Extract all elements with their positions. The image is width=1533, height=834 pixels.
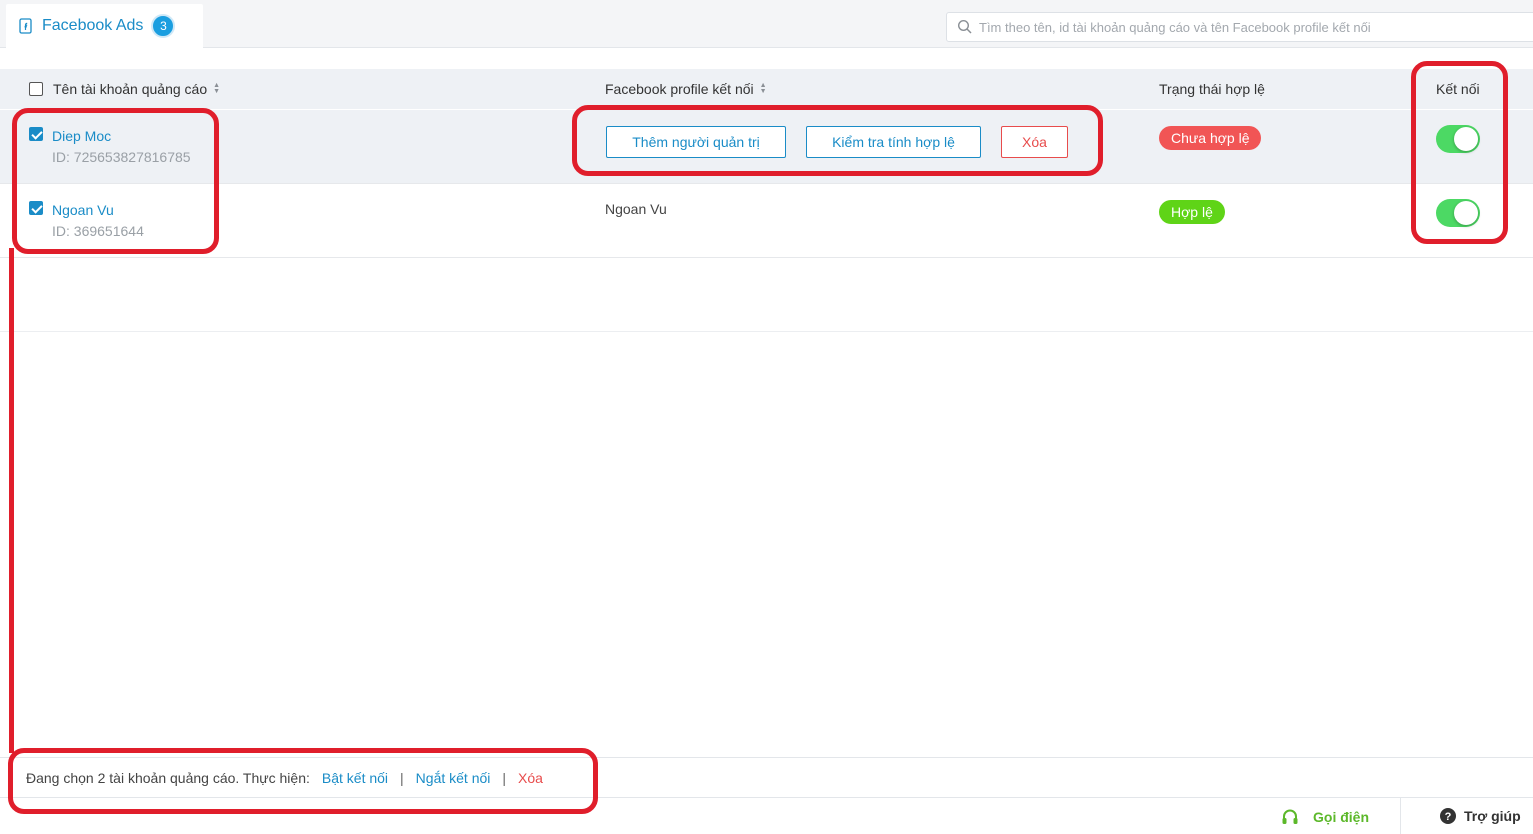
headset-icon (1281, 808, 1299, 826)
row-checkbox[interactable] (29, 201, 43, 220)
delete-button[interactable]: Xóa (1001, 126, 1068, 158)
header-profile-label: Facebook profile kết nối (605, 81, 754, 97)
tab-label: Facebook Ads (42, 17, 144, 34)
search-box (946, 12, 1533, 42)
facebook-page-icon (18, 18, 34, 34)
tab-facebook-ads[interactable]: Facebook Ads 3 (6, 4, 203, 48)
svg-text:?: ? (1445, 811, 1452, 823)
search-input[interactable] (979, 19, 1519, 35)
account-id: ID: 369651644 (52, 223, 144, 239)
search-icon (957, 19, 973, 35)
call-button[interactable]: Gọi điện (1281, 808, 1369, 826)
selection-bar: Đang chọn 2 tài khoản quảng cáo. Thực hi… (0, 757, 1533, 797)
call-label: Gọi điện (1313, 809, 1369, 825)
tab-count-badge: 3 (151, 14, 176, 38)
toggle-knob (1454, 201, 1478, 225)
check-validity-button[interactable]: Kiểm tra tính hợp lệ (806, 126, 981, 158)
select-all-checkbox[interactable] (29, 82, 43, 96)
table-row[interactable]: Diep Moc ID: 725653827816785 Thêm người … (0, 110, 1533, 184)
annotation-connector-line (9, 248, 14, 753)
account-name-link[interactable]: Diep Moc (52, 128, 111, 144)
status-badge: Chưa hợp lệ (1159, 126, 1262, 150)
header-connect-label: Kết nối (1436, 81, 1480, 97)
sort-icon[interactable]: ▲ ▼ (760, 82, 767, 95)
top-bar: Facebook Ads 3 (0, 0, 1533, 48)
separator: | (502, 769, 507, 786)
divider (1400, 798, 1401, 834)
disconnect-link[interactable]: Ngắt kết nối (416, 770, 491, 786)
header-account[interactable]: Tên tài khoản quảng cáo ▲ ▼ (29, 69, 220, 109)
help-icon: ? (1440, 808, 1456, 824)
account-id: ID: 725653827816785 (52, 149, 191, 165)
status-badge: Hợp lệ (1159, 200, 1225, 224)
account-name-link[interactable]: Ngoan Vu (52, 202, 114, 218)
help-button[interactable]: ? Trợ giúp (1440, 808, 1521, 824)
toggle-knob (1454, 127, 1478, 151)
connect-toggle[interactable] (1436, 199, 1480, 227)
enable-connection-link[interactable]: Bật kết nối (322, 770, 388, 786)
header-connect: Kết nối (1436, 69, 1480, 109)
checkbox-checked[interactable] (29, 201, 43, 215)
help-label: Trợ giúp (1464, 808, 1521, 824)
table-header: Tên tài khoản quảng cáo ▲ ▼ Facebook prof… (0, 69, 1533, 109)
divider (0, 331, 1533, 332)
checkbox-checked[interactable] (29, 127, 43, 141)
header-status-label: Trạng thái hợp lệ (1159, 81, 1265, 97)
add-admin-button[interactable]: Thêm người quản trị (606, 126, 786, 158)
separator: | (400, 769, 404, 786)
header-profile[interactable]: Facebook profile kết nối ▲ ▼ (605, 69, 767, 109)
row-checkbox[interactable] (29, 127, 43, 146)
header-account-label: Tên tài khoản quảng cáo (53, 81, 208, 97)
sort-icon[interactable]: ▲ ▼ (213, 82, 220, 95)
connect-toggle[interactable] (1436, 125, 1480, 153)
selection-text: Đang chọn 2 tài khoản quảng cáo. Thực hi… (26, 769, 310, 786)
header-status: Trạng thái hợp lệ (1159, 69, 1265, 109)
delete-selected-link[interactable]: Xóa (518, 770, 543, 786)
table-row[interactable]: Ngoan Vu ID: 369651644 Ngoan Vu Hợp lệ (0, 184, 1533, 258)
support-bar: Gọi điện ? Trợ giúp (0, 797, 1533, 834)
profile-name: Ngoan Vu (605, 201, 667, 217)
